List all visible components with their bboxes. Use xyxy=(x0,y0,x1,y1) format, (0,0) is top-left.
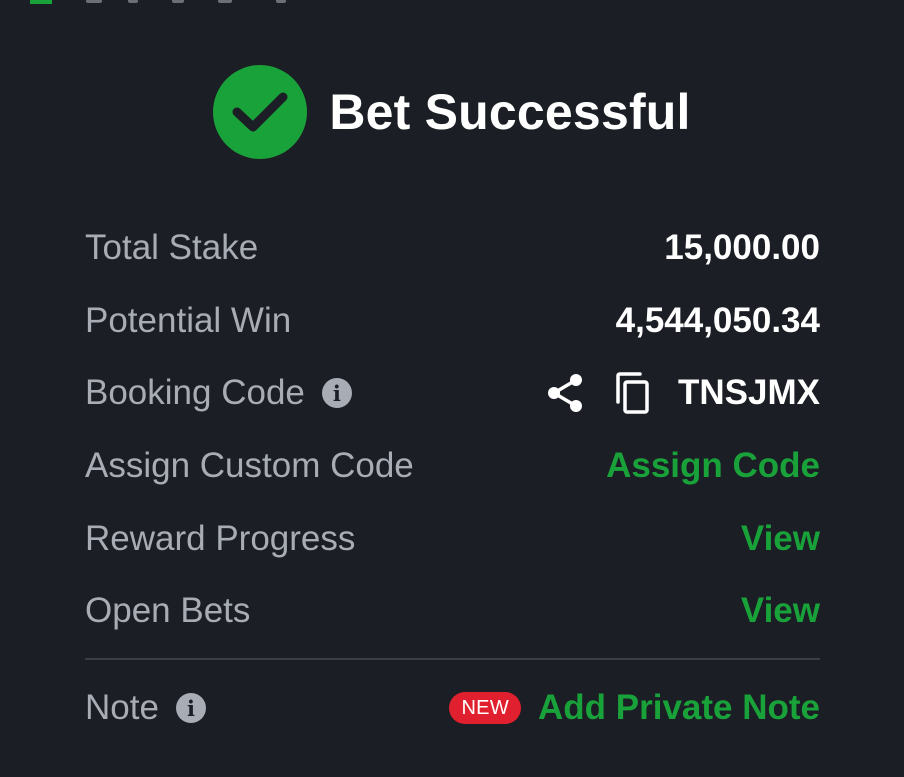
bet-success-panel: Bet Successful Total Stake 15,000.00 Pot… xyxy=(0,0,904,777)
booking-code-value[interactable]: TNSJMX xyxy=(678,373,820,413)
copy-icon[interactable] xyxy=(614,372,650,415)
assign-code-link[interactable]: Assign Code xyxy=(606,446,820,486)
bet-details-list: Total Stake 15,000.00 Potential Win 4,54… xyxy=(85,212,820,648)
page-title: Bet Successful xyxy=(329,84,691,140)
note-label: Note xyxy=(85,688,159,727)
booking-code-value-group: TNSJMX xyxy=(546,372,820,415)
cutoff-text-fragment xyxy=(128,0,138,3)
add-private-note-link[interactable]: Add Private Note xyxy=(538,688,820,728)
cutoff-text-fragment xyxy=(276,0,286,3)
top-cutoff-strip xyxy=(0,0,904,6)
note-actions: NEW Add Private Note xyxy=(449,688,820,728)
check-circle-icon xyxy=(213,65,308,159)
cutoff-green-fragment xyxy=(30,0,52,4)
booking-code-row: Booking Code i TNSJMX xyxy=(85,357,820,430)
divider xyxy=(85,658,820,660)
info-icon[interactable]: i xyxy=(175,693,206,723)
open-bets-label: Open Bets xyxy=(85,591,251,631)
assign-custom-code-row: Assign Custom Code Assign Code xyxy=(85,430,820,503)
total-stake-row: Total Stake 15,000.00 xyxy=(85,212,820,285)
open-bets-row: Open Bets View xyxy=(85,575,820,648)
potential-win-label: Potential Win xyxy=(85,300,292,340)
potential-win-row: Potential Win 4,544,050.34 xyxy=(85,285,820,358)
reward-progress-label: Reward Progress xyxy=(85,518,356,558)
reward-progress-view-link[interactable]: View xyxy=(741,519,820,559)
share-icon[interactable] xyxy=(546,373,584,413)
success-header: Bet Successful xyxy=(0,62,904,162)
assign-custom-code-label: Assign Custom Code xyxy=(85,446,414,486)
new-badge: NEW xyxy=(449,692,521,724)
booking-code-label-group: Booking Code i xyxy=(85,373,352,413)
cutoff-text-fragment xyxy=(172,0,184,3)
note-label-group: Note i xyxy=(85,688,206,728)
cutoff-text-fragment xyxy=(86,0,102,3)
open-bets-view-link[interactable]: View xyxy=(741,591,820,631)
cutoff-text-fragment xyxy=(218,0,232,3)
booking-code-label: Booking Code xyxy=(85,373,305,413)
reward-progress-row: Reward Progress View xyxy=(85,502,820,575)
total-stake-value: 15,000.00 xyxy=(664,228,820,268)
info-icon[interactable]: i xyxy=(321,378,352,409)
note-row: Note i NEW Add Private Note xyxy=(85,672,820,744)
total-stake-label: Total Stake xyxy=(85,228,259,268)
potential-win-value: 4,544,050.34 xyxy=(615,300,820,340)
